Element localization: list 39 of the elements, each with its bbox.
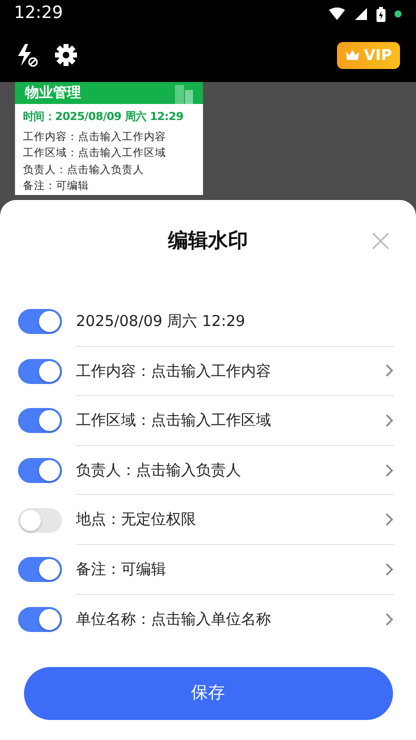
status-time: 12:29 (14, 2, 63, 26)
toggle-switch[interactable] (18, 309, 62, 334)
wifi-icon (328, 7, 346, 21)
card-time: 时间：2025/08/09 周六 12:29 (22, 109, 184, 125)
flash-off-icon[interactable] (16, 43, 38, 67)
chevron-right-icon[interactable] (385, 513, 394, 526)
signal-icon (354, 7, 368, 21)
chevron-right-icon[interactable] (385, 612, 394, 626)
card-title: 物业管理 (25, 84, 81, 102)
field-label: 工作内容：点击输入工作内容 (76, 360, 272, 382)
chevron-right-icon[interactable] (385, 364, 394, 378)
card-line: 工作内容：点击输入工作内容 (22, 130, 167, 144)
crown-icon (344, 49, 360, 61)
chevron-right-icon[interactable] (385, 464, 394, 477)
building-icon (175, 82, 193, 104)
status-dot-icon (394, 10, 402, 18)
toggle-switch[interactable] (18, 408, 62, 434)
toggle-switch[interactable] (18, 557, 62, 582)
field-label: 负责人：点击输入负责人 (76, 460, 242, 481)
sheet-title: 编辑水印 (168, 227, 248, 254)
field-label: 地点：无定位权限 (76, 509, 197, 530)
chevron-right-icon[interactable] (385, 562, 394, 576)
field-label: 备注：可编辑 (76, 559, 167, 580)
field-label: 2025/08/09 周六 12:29 (76, 311, 246, 332)
card-line: 工作区域：点击输入工作区域 (22, 146, 167, 161)
card-line: 负责人：点击输入负责人 (22, 162, 145, 178)
toggle-switch[interactable] (18, 458, 62, 484)
close-button[interactable]: × (367, 224, 394, 256)
toggle-switch[interactable] (18, 358, 62, 384)
chevron-right-icon[interactable] (385, 414, 394, 427)
toggle-switch[interactable] (18, 508, 62, 533)
toggle-switch[interactable] (18, 606, 62, 632)
field-label: 工作区域：点击输入工作区域 (76, 410, 272, 432)
field-label: 单位名称：点击输入单位名称 (76, 609, 272, 630)
card-line: 备注：可编辑 (22, 179, 90, 194)
battery-icon (376, 6, 386, 22)
save-button[interactable]: 保存 (24, 667, 392, 720)
settings-icon[interactable] (54, 43, 78, 67)
vip-button[interactable]: VIP (336, 42, 400, 68)
